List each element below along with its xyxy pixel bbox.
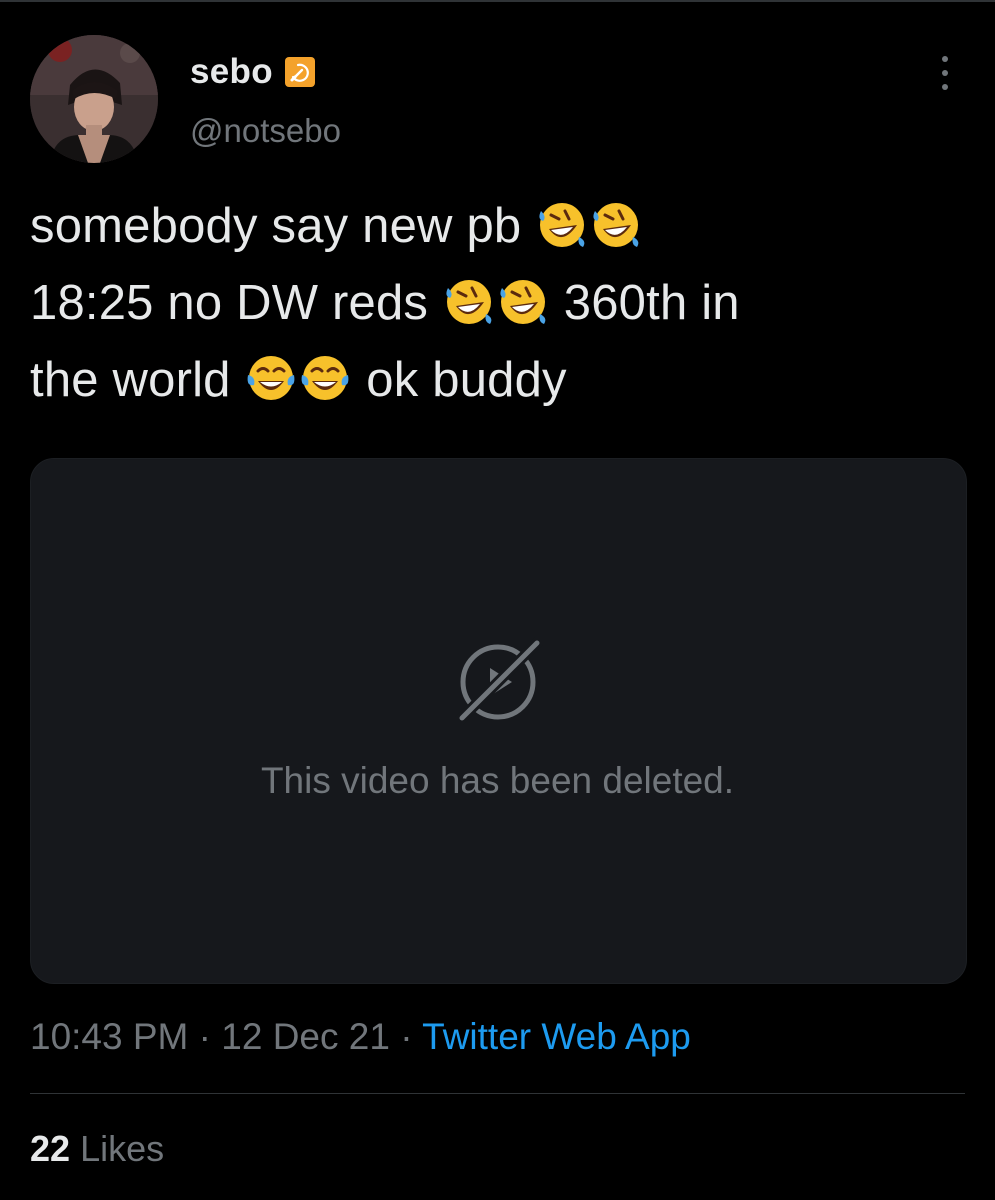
rolling-on-floor-laughing-emoji xyxy=(593,203,639,247)
video-deleted-message: This video has been deleted. xyxy=(260,760,735,801)
author-name-row: sebo xyxy=(190,50,315,94)
tweet-source-link[interactable]: Twitter Web App xyxy=(422,1016,691,1057)
likes-count: 22 xyxy=(30,1128,71,1169)
avatar[interactable] xyxy=(30,35,158,163)
meta-separator: · xyxy=(389,1016,423,1057)
tweet-text-segment: somebody say new pb xyxy=(30,199,522,253)
display-name[interactable]: sebo xyxy=(190,52,273,92)
author-handle[interactable]: @notsebo xyxy=(190,112,341,150)
divider xyxy=(30,1093,965,1094)
tweet-time[interactable]: 10:43 PM xyxy=(30,1016,188,1057)
face-with-tears-of-joy-emoji xyxy=(248,356,295,400)
video-deleted-icon xyxy=(455,637,543,725)
tweet-meta: 10:43 PM · 12 Dec 21 · Twitter Web App xyxy=(30,1016,691,1058)
avatar-image xyxy=(30,35,158,163)
tweet-date[interactable]: 12 Dec 21 xyxy=(221,1016,390,1057)
rolling-on-floor-laughing-emoji xyxy=(539,203,585,247)
tweet-line-3: the world ok buddy xyxy=(30,342,970,419)
tweet-text-segment: 18:25 no DW reds xyxy=(30,276,429,330)
more-options-icon[interactable] xyxy=(930,56,960,90)
tweet-line-2: 18:25 no DW reds 360th in xyxy=(30,265,970,342)
tweet-text: somebody say new pb 18:25 no DW reds 360… xyxy=(30,188,970,419)
likes-label: Likes xyxy=(80,1128,165,1169)
likes-stat[interactable]: 22 Likes xyxy=(30,1128,164,1170)
tweet-text-segment: the world xyxy=(30,353,231,407)
top-border xyxy=(0,0,995,2)
rolling-on-floor-laughing-emoji xyxy=(446,280,492,324)
hammer-and-sickle-icon xyxy=(284,57,315,87)
tweet-text-segment: ok buddy xyxy=(366,353,567,407)
face-with-tears-of-joy-emoji xyxy=(302,356,349,400)
meta-separator: · xyxy=(188,1016,222,1057)
tweet-text-segment: 360th in xyxy=(563,276,740,330)
tweet-line-1: somebody say new pb xyxy=(30,188,970,265)
rolling-on-floor-laughing-emoji xyxy=(500,280,546,324)
